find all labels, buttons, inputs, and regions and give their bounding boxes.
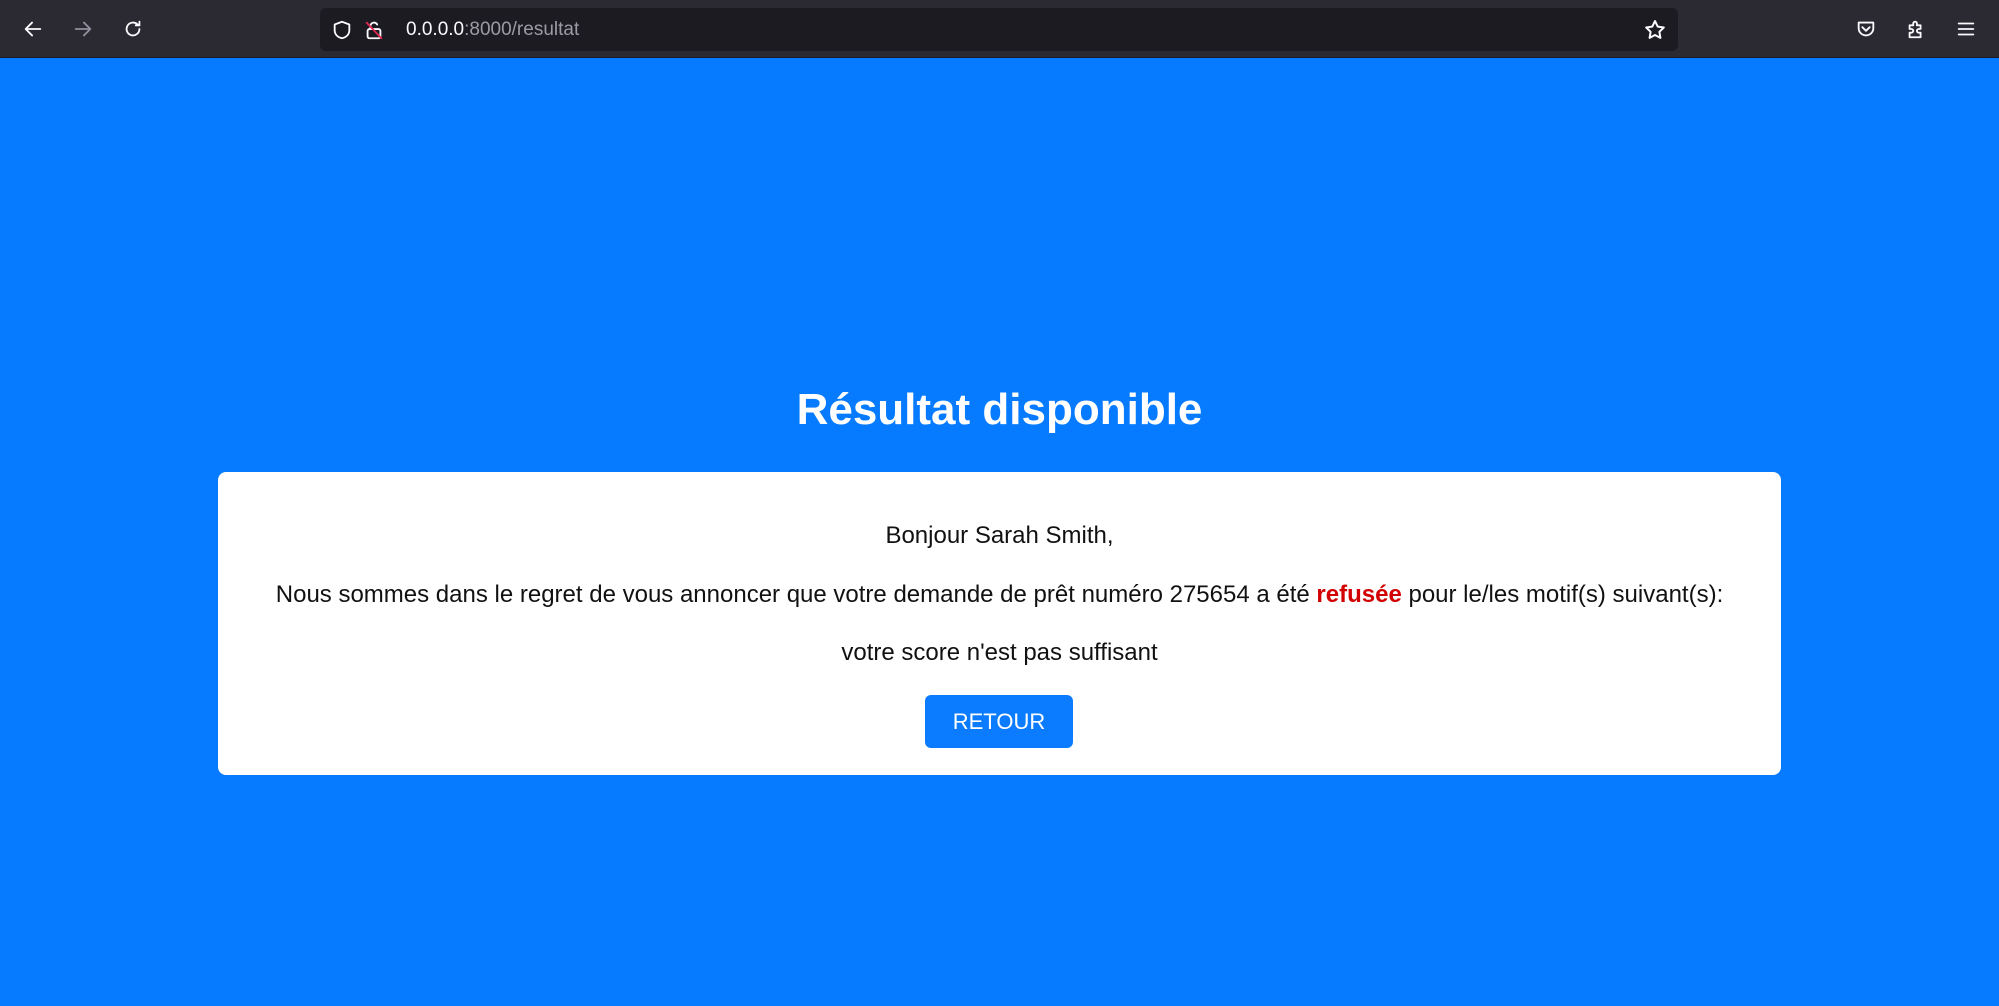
- url-host: 0.0.0.0: [406, 19, 465, 40]
- menu-button[interactable]: [1950, 13, 1982, 45]
- result-message: Nous sommes dans le regret de vous annon…: [218, 581, 1781, 609]
- extensions-button[interactable]: [1900, 13, 1932, 45]
- result-card: Bonjour Sarah Smith, Nous sommes dans le…: [218, 472, 1781, 775]
- reload-button[interactable]: [117, 13, 149, 45]
- shield-icon[interactable]: [330, 18, 354, 42]
- page-title: Résultat disponible: [796, 385, 1203, 434]
- pocket-icon: [1857, 21, 1875, 37]
- forward-button[interactable]: [67, 13, 99, 45]
- bookmark-star-button[interactable]: [1642, 17, 1668, 43]
- browser-toolbar: 0.0.0.0:8000/resultat: [0, 0, 1999, 58]
- hamburger-menu-icon: [1957, 22, 1975, 36]
- message-after: pour le/les motif(s) suivant(s):: [1401, 581, 1724, 608]
- greeting-text: Bonjour Sarah Smith,: [885, 522, 1114, 549]
- refusal-reason: votre score n'est pas suffisant: [841, 639, 1158, 666]
- lock-slash-icon[interactable]: [362, 18, 386, 42]
- star-icon: [1645, 20, 1665, 39]
- url-bar[interactable]: 0.0.0.0:8000/resultat: [320, 8, 1678, 51]
- url-path: :8000/resultat: [464, 19, 580, 40]
- url-text[interactable]: 0.0.0.0:8000/resultat: [406, 8, 579, 51]
- message-before: Nous sommes dans le regret de vous annon…: [275, 581, 1317, 608]
- arrow-right-icon: [74, 21, 92, 37]
- pocket-button[interactable]: [1850, 13, 1882, 45]
- reload-icon: [125, 20, 141, 37]
- back-button[interactable]: [17, 13, 49, 45]
- arrow-left-icon: [24, 21, 42, 37]
- puzzle-icon: [1908, 20, 1922, 39]
- retour-button[interactable]: RETOUR: [925, 695, 1073, 748]
- status-refused: refusée: [1316, 581, 1402, 608]
